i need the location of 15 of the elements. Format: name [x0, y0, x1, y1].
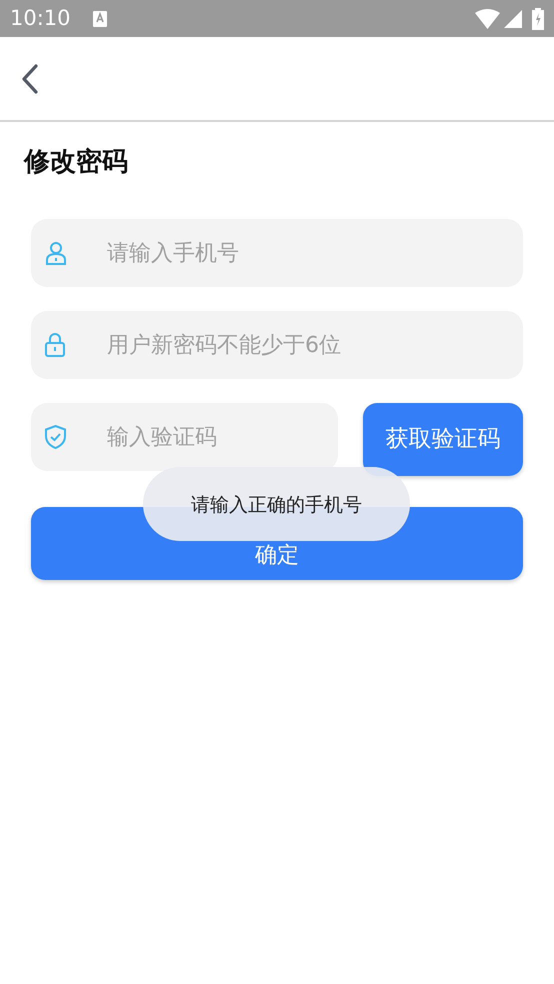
- battery-icon: [532, 8, 544, 30]
- input-field[interactable]: 输入验证码: [31, 403, 338, 471]
- back-icon[interactable]: [20, 62, 40, 94]
- input-field[interactable]: 用户新密码不能少于6位: [31, 311, 523, 379]
- get-code-button[interactable]: 获取验证码: [363, 403, 523, 476]
- signal-icon: [504, 10, 522, 28]
- toast-message: 请输入正确的手机号: [143, 467, 410, 541]
- lock-icon: [45, 333, 65, 357]
- page-title: 修改密码: [24, 147, 129, 177]
- wifi-icon: [475, 8, 500, 28]
- shield-check-icon: [45, 425, 66, 449]
- input-field[interactable]: 请输入手机号: [31, 219, 523, 287]
- keyboard-icon: [92, 10, 107, 26]
- user-icon: [45, 241, 67, 265]
- status-time: 10:10: [10, 4, 71, 32]
